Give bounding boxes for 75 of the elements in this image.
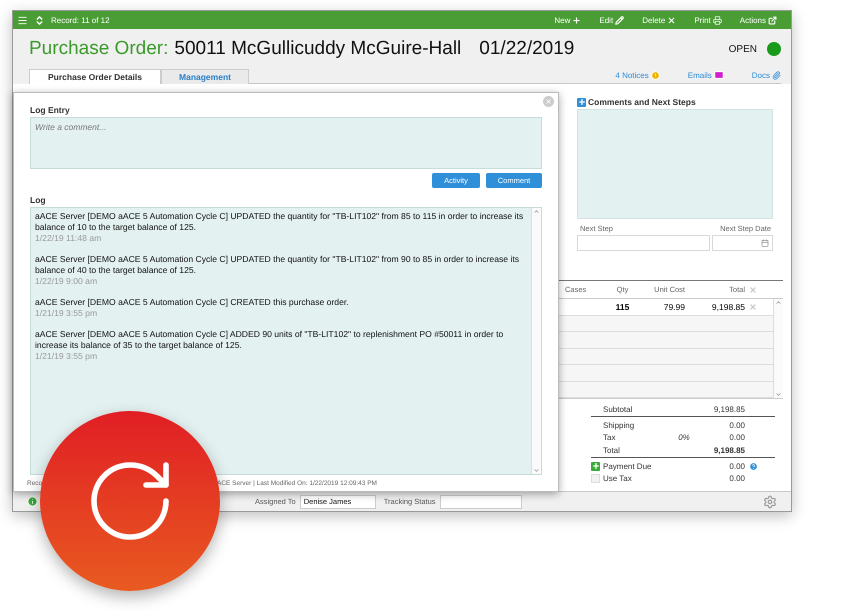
log-timestamp: 1/22/19 11:48 am [35, 233, 102, 243]
total-label: Total [603, 446, 621, 454]
record-date: 01/22/2019 [479, 38, 574, 60]
add-icon[interactable] [577, 98, 586, 106]
scroll-up-icon[interactable] [775, 299, 782, 306]
scroll-up-icon[interactable] [533, 208, 540, 215]
total-value: 0.00 [728, 432, 745, 442]
section-title: Comments and Next Steps [588, 97, 696, 107]
total-value: 0.00 [728, 474, 745, 482]
log-message: aACE Server [DEMO aACE 5 Automation Cycle C] UPDATED the quantity for "TB-LIT102" from 90 to 85 in order to increase its balance of 40 to the target balance of 125. [35, 254, 520, 276]
scroll-down-icon[interactable] [775, 391, 782, 398]
table-cell-text: 115 [614, 302, 630, 312]
log-message: aACE Server [DEMO aACE 5 Automation Cycle C] UPDATED the quantity for "TB-LIT102" from 85 to 115 in order to increase its balance of 10 to the target balance of 125. [35, 211, 524, 233]
close-button[interactable] [543, 96, 554, 107]
delete-icon[interactable] [749, 286, 757, 294]
close-icon [545, 98, 552, 105]
comment-field[interactable]: Write a comment... [30, 117, 542, 169]
total-label: Shipping [603, 420, 636, 430]
checkbox[interactable] [591, 474, 600, 482]
paperclip-icon [772, 71, 781, 80]
log-message: aACE Server [DEMO aACE 5 Automation Cycle C] ADDED 90 units of "TB-LIT102" to replenishment PO #50011 in order to increase its balance of 35 to the target balance of 125. [35, 329, 504, 351]
table-cell-text: 79.99 [662, 302, 685, 312]
toolbar-button[interactable]: New [548, 16, 588, 24]
tab[interactable]: Management [161, 69, 249, 84]
section-title: Log Entry [30, 105, 71, 115]
header-link[interactable]: Docs [752, 71, 781, 80]
date-field[interactable] [712, 235, 773, 251]
toolbar-button[interactable]: Print [688, 16, 728, 24]
delete-icon [667, 16, 676, 24]
table-cell-text: 9,198.85 [710, 302, 745, 312]
record-counter: Record: 11 of 12 [51, 16, 110, 24]
scrollbar[interactable] [773, 299, 783, 398]
total-value: 9,198.85 [712, 404, 745, 414]
header-link[interactable]: Emails [688, 70, 724, 80]
calendar-icon[interactable] [761, 239, 769, 247]
next-step-field[interactable] [577, 235, 710, 251]
comments-field[interactable] [577, 109, 773, 219]
delete-icon[interactable] [749, 302, 757, 311]
total-value: 0.00 [728, 420, 745, 430]
log-timestamp: 1/22/19 9:00 am [35, 276, 98, 286]
total-value: 9,198.85 [712, 446, 745, 454]
section-title: Log [30, 195, 47, 205]
status-label: OPEN [728, 44, 757, 54]
title-label: Purchase Order: [29, 38, 168, 60]
status-dot [767, 42, 781, 56]
add-icon[interactable] [591, 462, 600, 470]
record-title: 50011 McGullicuddy McGuire-Hall [174, 38, 462, 60]
mail-icon [714, 70, 724, 80]
scrollbar[interactable] [531, 208, 541, 474]
scroll-down-icon[interactable] [533, 467, 540, 474]
tracking-status-field[interactable] [440, 494, 522, 508]
log-timestamp: 1/21/19 3:55 pm [35, 351, 98, 361]
toolbar-button[interactable]: Edit [593, 16, 630, 24]
log-timestamp: 1/21/19 3:55 pm [35, 308, 98, 318]
total-label: Subtotal [603, 404, 634, 414]
header-link[interactable]: 4 Notices [615, 71, 660, 80]
log-message: aACE Server [DEMO aACE 5 Automation Cycle C] CREATED this purchase order. [35, 297, 350, 308]
total-label: Tax [603, 432, 616, 442]
tax-rate: 0% [677, 432, 691, 442]
toolbar-button[interactable]: Delete [636, 16, 682, 24]
settings-icon[interactable] [763, 494, 777, 508]
menu-icon[interactable] [17, 14, 28, 26]
up-down-icon[interactable] [34, 14, 45, 26]
toolbar-button[interactable]: Actions [734, 16, 783, 24]
plus-icon [572, 16, 582, 24]
alert-icon [650, 71, 660, 80]
total-label: Payment Due [603, 462, 652, 470]
info-icon[interactable] [27, 496, 38, 507]
total-label: Use Tax [603, 474, 633, 482]
help-icon[interactable] [749, 462, 758, 470]
total-value: 0.00 [728, 462, 745, 470]
printer-icon [712, 16, 722, 24]
tab[interactable]: Purchase Order Details [29, 69, 161, 84]
external-link-icon [768, 16, 777, 24]
pencil-icon [615, 16, 624, 24]
